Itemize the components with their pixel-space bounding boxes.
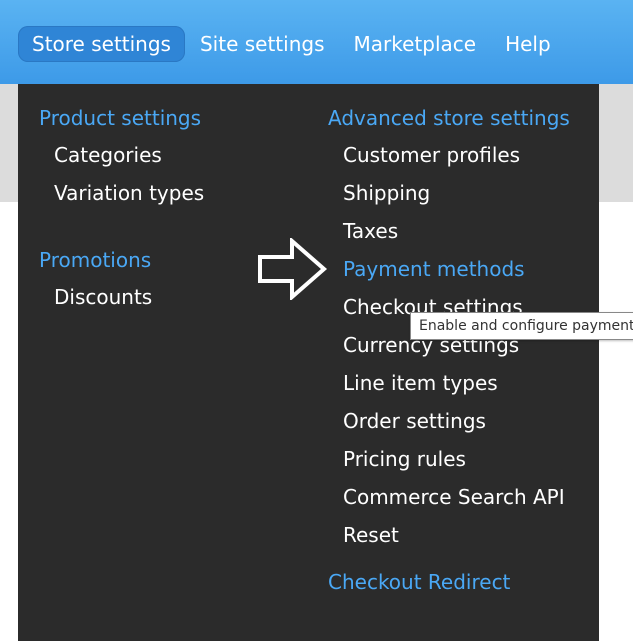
menu-item-discounts[interactable]: Discounts <box>39 278 204 316</box>
dropdown-right-column: Advanced store settings Customer profile… <box>328 104 570 596</box>
menu-item-checkout-settings[interactable]: Checkout settings <box>328 288 570 326</box>
nav-help[interactable]: Help <box>491 26 565 62</box>
menu-item-taxes[interactable]: Taxes <box>328 212 570 250</box>
heading-advanced-store-settings[interactable]: Advanced store settings <box>328 104 570 132</box>
store-settings-dropdown: Product settings Categories Variation ty… <box>18 84 599 641</box>
menu-item-reset[interactable]: Reset <box>328 516 570 554</box>
menu-item-payment-methods[interactable]: Payment methods <box>328 250 570 288</box>
top-navigation-bar: Store settings Site settings Marketplace… <box>0 0 633 84</box>
menu-item-order-settings[interactable]: Order settings <box>328 402 570 440</box>
nav-marketplace[interactable]: Marketplace <box>340 26 491 62</box>
menu-item-pricing-rules[interactable]: Pricing rules <box>328 440 570 478</box>
menu-item-shipping[interactable]: Shipping <box>328 174 570 212</box>
heading-product-settings[interactable]: Product settings <box>39 104 204 132</box>
main-nav: Store settings Site settings Marketplace… <box>18 26 566 62</box>
menu-item-currency-settings[interactable]: Currency settings <box>328 326 570 364</box>
heading-checkout-redirect[interactable]: Checkout Redirect <box>328 568 570 596</box>
menu-item-line-item-types[interactable]: Line item types <box>328 364 570 402</box>
menu-item-categories[interactable]: Categories <box>39 136 204 174</box>
menu-item-variation-types[interactable]: Variation types <box>39 174 204 212</box>
nav-store-settings[interactable]: Store settings <box>18 26 185 62</box>
group-product-settings: Product settings Categories Variation ty… <box>39 104 204 212</box>
group-advanced-store-settings: Advanced store settings Customer profile… <box>328 104 570 554</box>
menu-item-commerce-search-api[interactable]: Commerce Search API <box>328 478 570 516</box>
heading-promotions[interactable]: Promotions <box>39 246 204 274</box>
group-promotions: Promotions Discounts <box>39 246 204 316</box>
nav-site-settings[interactable]: Site settings <box>186 26 339 62</box>
menu-item-customer-profiles[interactable]: Customer profiles <box>328 136 570 174</box>
group-checkout-redirect: Checkout Redirect <box>328 568 570 596</box>
right-arrow-outline-icon <box>258 238 328 300</box>
dropdown-left-column: Product settings Categories Variation ty… <box>39 104 204 316</box>
